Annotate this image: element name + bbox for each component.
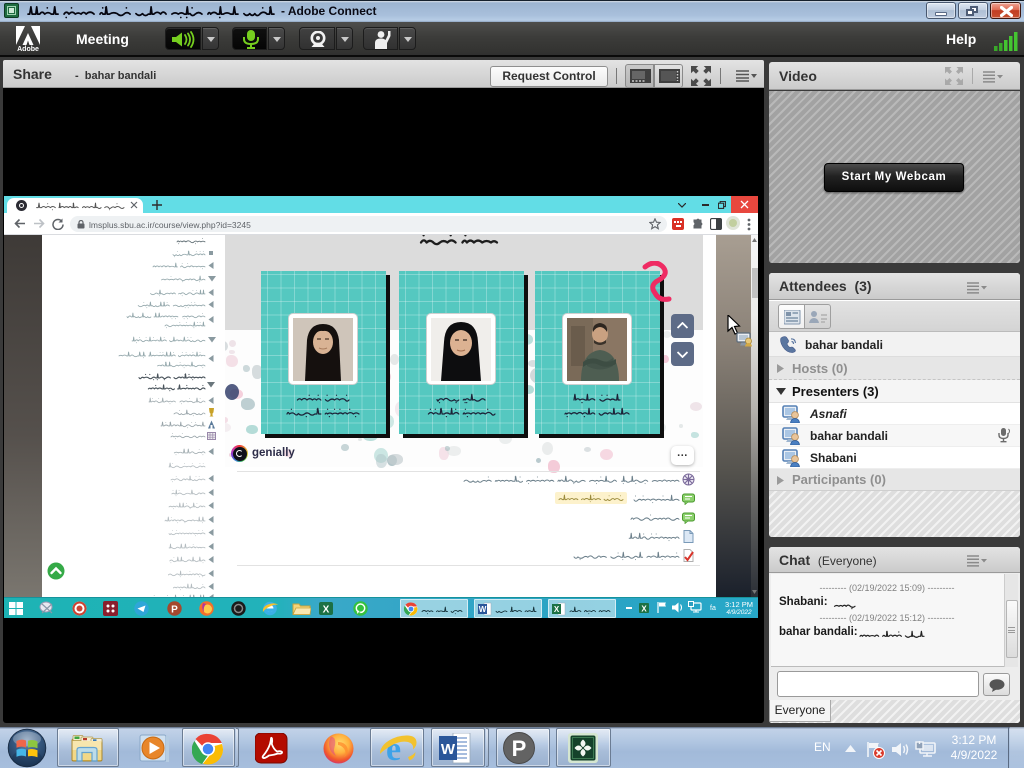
svg-text:P: P (512, 736, 527, 761)
svg-text:X: X (554, 605, 560, 614)
svg-text:W: W (441, 741, 456, 758)
svg-text:X: X (641, 605, 647, 614)
svg-text:P: P (171, 605, 178, 616)
svg-text:W: W (479, 605, 487, 614)
svg-text:X: X (323, 605, 330, 616)
